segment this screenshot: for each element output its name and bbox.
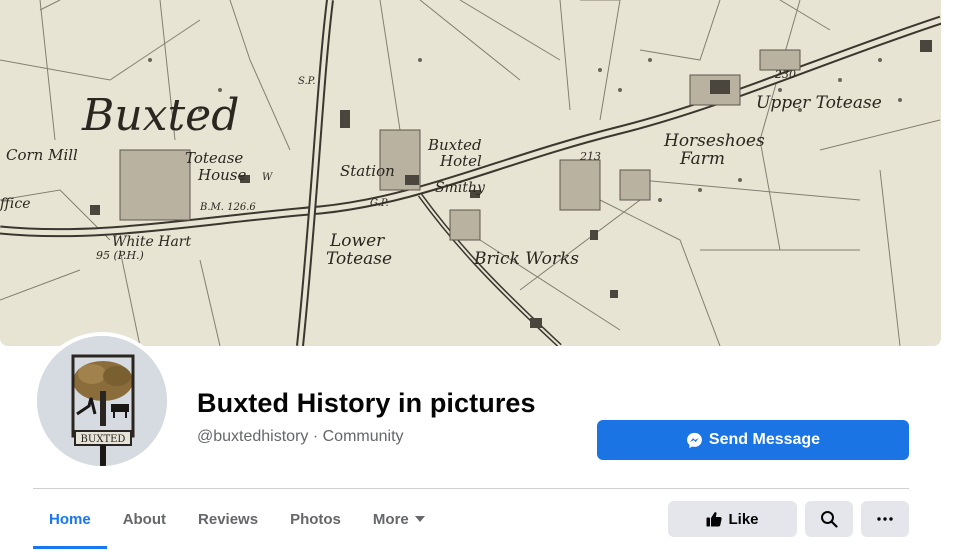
map-label-w: W xyxy=(262,172,273,183)
map-label-station: Station xyxy=(340,162,395,180)
map-label-buxted-hotel-2: Hotel xyxy=(439,152,482,170)
map-label-upper-totease: Upper Totease xyxy=(756,93,882,113)
tab-photos-label: Photos xyxy=(290,510,341,528)
map-label-gp: G.P. xyxy=(370,198,389,209)
messenger-icon xyxy=(687,432,702,448)
tab-photos[interactable]: Photos xyxy=(274,489,357,549)
village-sign-logo: BUXTED xyxy=(37,336,167,466)
like-label: Like xyxy=(728,510,759,528)
cover-map-image: Buxted Corn Mill Totease House ffice Sta… xyxy=(0,0,941,346)
map-label-farm: Farm xyxy=(679,149,725,169)
tab-reviews-label: Reviews xyxy=(198,510,259,528)
map-label-white-hart: White Hart xyxy=(112,234,191,250)
map-label-totease: Totease xyxy=(185,149,243,167)
tab-more[interactable]: More xyxy=(357,489,441,549)
tab-home-label: Home xyxy=(49,510,91,528)
map-label-town: Buxted xyxy=(81,90,239,141)
facebook-page: Buxted Corn Mill Totease House ffice Sta… xyxy=(0,0,966,552)
thumbs-up-icon xyxy=(706,512,723,527)
send-message-button[interactable]: Send Message xyxy=(597,420,909,460)
tab-more-label: More xyxy=(372,510,409,528)
map-label-sp: S.P. xyxy=(298,76,316,87)
send-message-label: Send Message xyxy=(708,431,821,448)
cover-photo[interactable]: Buxted Corn Mill Totease House ffice Sta… xyxy=(0,0,941,346)
like-button[interactable]: Like xyxy=(668,501,797,537)
search-icon xyxy=(821,511,838,528)
map-label-horseshoes: Horseshoes xyxy=(663,131,765,151)
avatar-sign-text: BUXTED xyxy=(81,434,126,445)
map-label-lower: Lower xyxy=(329,231,385,251)
avatar-image: BUXTED xyxy=(37,336,167,466)
map-label-totease-2: Totease xyxy=(326,249,392,269)
more-options-button[interactable] xyxy=(861,501,909,537)
map-label-corn-mill: Corn Mill xyxy=(6,146,78,164)
tab-about[interactable]: About xyxy=(107,489,182,549)
map-label-smithy: Smithy xyxy=(435,180,486,196)
map-label-ph: 95 (P.H.) xyxy=(96,249,144,262)
page-tabs: Home About Reviews Photos More xyxy=(33,489,441,549)
map-label-ffice: ffice xyxy=(0,196,31,212)
search-button[interactable] xyxy=(805,501,853,537)
tab-home[interactable]: Home xyxy=(33,489,107,549)
more-dots-icon xyxy=(877,517,893,521)
tab-about-label: About xyxy=(122,510,167,528)
map-label-house: House xyxy=(197,166,246,184)
map-label-bm: B.M. 126.6 xyxy=(199,202,256,213)
page-title: Buxted History in pictures xyxy=(197,388,536,418)
page-subline: @buxtedhistory · Community xyxy=(197,428,404,445)
map-label-brick-works: Brick Works xyxy=(473,249,579,269)
caret-down-icon xyxy=(414,516,425,522)
map-label-230: 230 xyxy=(774,68,796,81)
map-label-213: 213 xyxy=(579,150,601,163)
tab-reviews[interactable]: Reviews xyxy=(182,489,274,549)
page-avatar[interactable]: BUXTED xyxy=(33,332,171,470)
